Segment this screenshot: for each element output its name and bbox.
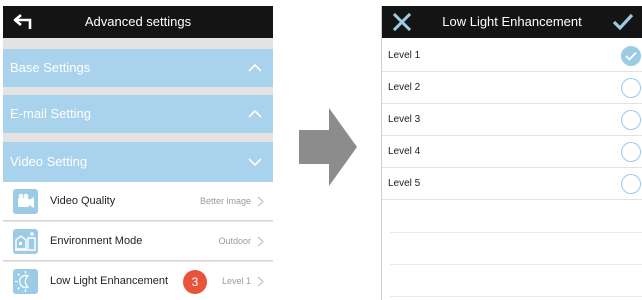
setting-value: Outdoor: [218, 236, 251, 246]
chevron-up-icon: [248, 63, 262, 72]
level-label: Level 1: [388, 50, 421, 61]
chevron-right-icon: [257, 236, 264, 247]
page-title: Low Light Enhancement: [442, 14, 582, 29]
radio-unselected[interactable]: [621, 142, 641, 162]
section-label: Video Setting: [10, 154, 88, 169]
section-base-settings[interactable]: Base Settings: [3, 49, 273, 87]
check-icon[interactable]: [612, 12, 634, 32]
divider: [390, 264, 642, 265]
step-badge: 3: [183, 270, 207, 294]
divider: [390, 232, 642, 233]
low-light-enhancement-screen: Low Light Enhancement Level 1 Level 2 Le…: [381, 6, 642, 300]
environment-icon: [13, 229, 38, 254]
level-option[interactable]: Level 1: [382, 40, 642, 72]
setting-item-low-light-enhancement[interactable]: Low Light Enhancement 3 Level 1: [3, 262, 273, 300]
setting-label: Low Light Enhancement: [50, 275, 169, 287]
section-email-setting[interactable]: E-mail Setting: [3, 95, 273, 133]
chevron-right-icon: [257, 276, 264, 287]
level-option[interactable]: Level 4: [382, 136, 642, 168]
low-light-icon: [13, 269, 38, 294]
advanced-settings-screen: Advanced settings Base Settings E-mail S…: [3, 6, 273, 300]
check-icon: [625, 51, 637, 61]
setting-item-video-quality[interactable]: Video Quality Better image: [3, 182, 273, 221]
level-option[interactable]: Level 3: [382, 104, 642, 136]
chevron-right-icon: [257, 196, 264, 207]
radio-unselected[interactable]: [621, 78, 641, 98]
radio-unselected[interactable]: [621, 110, 641, 130]
header-bar: Advanced settings: [3, 6, 273, 38]
setting-label: Video Quality: [50, 195, 116, 207]
section-label: Base Settings: [10, 60, 91, 75]
video-camera-icon: [13, 189, 38, 214]
setting-item-environment-mode[interactable]: Environment Mode Outdoor: [3, 222, 273, 261]
section-video-setting[interactable]: Video Setting: [3, 142, 273, 182]
header-bar: Low Light Enhancement: [382, 6, 642, 38]
radio-selected[interactable]: [621, 46, 641, 66]
chevron-up-icon: [248, 109, 262, 118]
level-option[interactable]: Level 5: [382, 168, 642, 200]
section-label: E-mail Setting: [10, 106, 91, 121]
level-option[interactable]: Level 2: [382, 72, 642, 104]
setting-value: Better image: [199, 196, 251, 206]
setting-label: Environment Mode: [50, 235, 143, 247]
level-label: Level 3: [388, 114, 421, 125]
radio-unselected[interactable]: [621, 174, 641, 194]
flow-arrow-icon: [299, 108, 357, 186]
level-label: Level 4: [388, 146, 421, 157]
setting-value: Level 1: [221, 276, 251, 286]
chevron-down-icon: [248, 158, 262, 167]
level-label: Level 5: [388, 178, 421, 189]
divider: [390, 296, 642, 297]
page-title: Advanced settings: [84, 14, 192, 29]
level-label: Level 2: [388, 82, 421, 93]
